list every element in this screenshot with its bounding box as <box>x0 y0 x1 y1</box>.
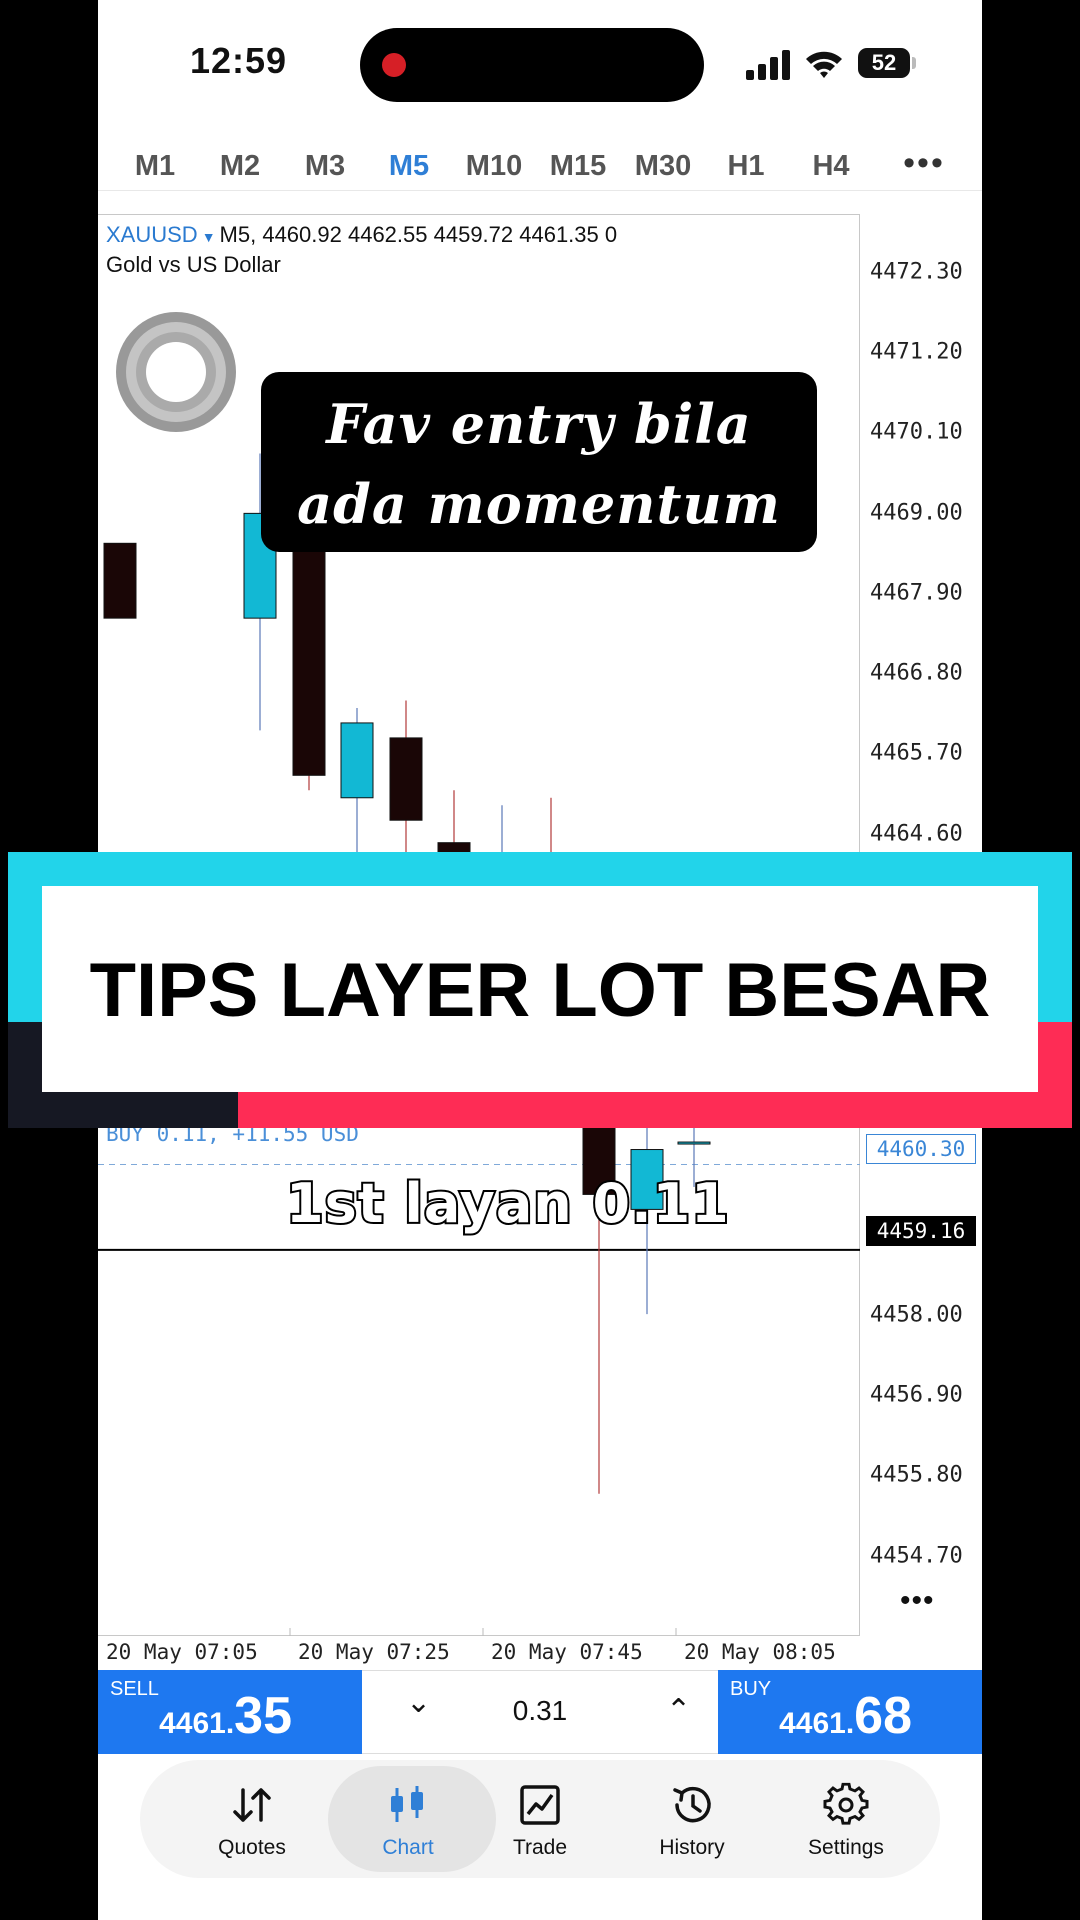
title-banner: TIPS LAYER LOT BESAR <box>8 852 1072 1128</box>
banner-title: TIPS LAYER LOT BESAR <box>90 948 991 1033</box>
